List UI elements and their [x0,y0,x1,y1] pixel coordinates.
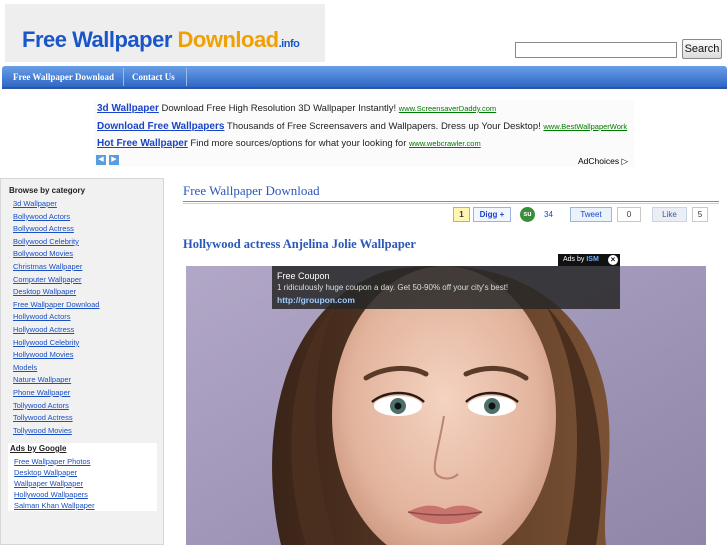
category-link[interactable]: Tollywood Movies [13,426,72,435]
category-link[interactable]: Free Wallpaper Download [13,300,99,309]
search-input[interactable] [515,42,677,58]
top-ad-block: 3d Wallpaper Download Free High Resoluti… [94,100,634,167]
google-ad-link[interactable]: Desktop Wallpaper [14,468,77,477]
category-link[interactable]: Hollywood Celebrity [13,338,79,347]
ad-text: Download Free High Resolution 3D Wallpap… [158,103,399,114]
site-logo[interactable]: Free Wallpaper Download.info [22,27,300,53]
facebook-like-button[interactable]: Like [652,207,687,222]
adchoices-link[interactable]: AdChoices ▷ [578,156,628,167]
coupon-title[interactable]: Free Coupon [277,271,330,281]
category-link[interactable]: Tollywood Actors [13,401,69,410]
section-title[interactable]: Free Wallpaper Download [183,183,320,199]
category-link[interactable]: Christmas Wallpaper [13,262,82,271]
ism-logo: ISM [586,256,599,263]
logo-text-download: Download [177,27,280,52]
ad-title-link[interactable]: 3d Wallpaper [97,103,159,114]
category-link[interactable]: Tollywood Actress [13,413,73,422]
ad-next-arrow-icon[interactable]: ▶ [109,155,119,165]
google-ad-link[interactable]: Salman Khan Wallpaper [14,501,95,510]
stumbleupon-count: 34 [544,210,553,219]
category-link[interactable]: Nature Wallpaper [13,375,71,384]
page: Free Wallpaper Download.info Search Free… [0,0,727,545]
nav-divider [186,68,187,86]
category-link[interactable]: Hollywood Actors [13,312,71,321]
stumbleupon-icon[interactable]: su [520,207,535,222]
ad-url-link[interactable]: www.BestWallpaperWork [543,122,627,131]
facebook-like-count: 5 [692,207,708,222]
post-title[interactable]: Hollywood actress Anjelina Jolie Wallpap… [183,237,416,252]
main-nav: Free Wallpaper Download Contact Us [2,66,727,89]
ad-row: 3d Wallpaper Download Free High Resoluti… [97,103,496,114]
google-ad-link[interactable]: Wallpaper Wallpaper [14,479,83,488]
ad-text: Find more sources/options for what your … [187,138,410,149]
coupon-text: 1 ridiculously huge coupon a day. Get 50… [277,283,509,292]
category-link[interactable]: Bollywood Celebrity [13,237,79,246]
category-link[interactable]: Desktop Wallpaper [13,287,76,296]
ad-text: Thousands of Free Screensavers and Wallp… [224,121,544,132]
category-link[interactable]: Hollywood Actress [13,325,74,334]
category-link[interactable]: Computer Wallpaper [13,275,82,284]
ad-url-link[interactable]: www.ScreensaverDaddy.com [399,104,496,113]
overlay-coupon-ad[interactable]: Free Coupon 1 ridiculously huge coupon a… [272,266,620,309]
digg-count-badge: 1 [453,207,470,222]
ad-url-link[interactable]: www.webcrawler.com [409,139,481,148]
tweet-count: 0 [617,207,641,222]
ad-row: Hot Free Wallpaper Find more sources/opt… [97,138,481,149]
google-ad-link[interactable]: Free Wallpaper Photos [14,457,90,466]
digg-button[interactable]: Digg + [473,207,511,222]
section-divider [183,203,719,204]
sidebar-title: Browse by category [9,186,86,195]
logo-text-free-wallpaper: Free Wallpaper [22,27,178,52]
category-link[interactable]: Phone Wallpaper [13,388,70,397]
google-ad-link[interactable]: Hollywood Wallpapers [14,490,88,499]
logo-banner[interactable]: Free Wallpaper Download.info [5,4,325,62]
category-link[interactable]: Models [13,363,37,372]
tweet-button[interactable]: Tweet [570,207,612,222]
logo-text-info: .info [278,38,300,50]
ad-title-link[interactable]: Hot Free Wallpaper [97,138,188,149]
category-link[interactable]: Bollywood Movies [13,249,73,258]
overlay-ad-tag-prefix: Ads by [563,256,587,263]
coupon-url[interactable]: http://groupon.com [277,295,355,305]
nav-divider [123,68,124,86]
category-link[interactable]: Bollywood Actress [13,224,74,233]
ad-title-link[interactable]: Download Free Wallpapers [97,121,224,132]
category-sidebar: Browse by category 3d Wallpaper Bollywood… [0,178,164,545]
category-link[interactable]: Bollywood Actors [13,212,70,221]
nav-item-free-wallpaper-download[interactable]: Free Wallpaper Download [13,72,114,82]
ad-prev-arrow-icon[interactable]: ◀ [96,155,106,165]
category-link[interactable]: 3d Wallpaper [13,199,57,208]
nav-item-contact-us[interactable]: Contact Us [132,72,175,82]
section-divider [183,201,719,202]
google-ads-box: Ads by Google Free Wallpaper Photos Deskt… [8,443,157,511]
search-button[interactable]: Search [682,39,722,59]
ad-row: Download Free Wallpapers Thousands of Fr… [97,121,627,132]
close-icon[interactable]: × [608,255,618,265]
category-link[interactable]: Hollywood Movies [13,350,73,359]
google-ads-title[interactable]: Ads by Google [10,444,66,453]
